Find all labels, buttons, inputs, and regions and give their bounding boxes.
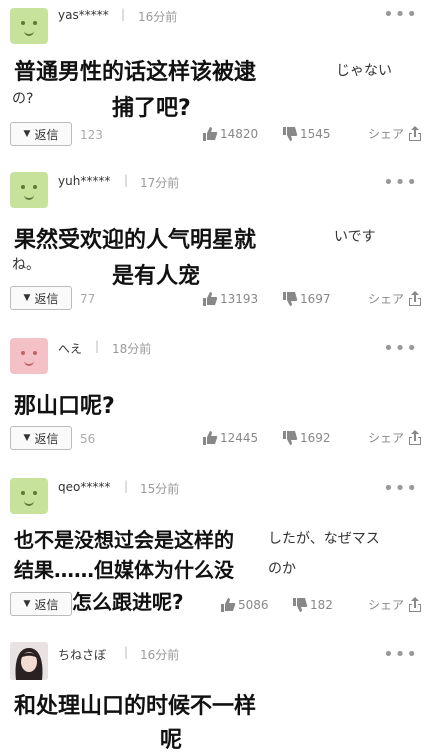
separator: | bbox=[124, 479, 129, 493]
like-button[interactable]: 14820 bbox=[202, 127, 258, 141]
comment-text-zh: 那山口呢? bbox=[14, 394, 115, 419]
comment-card: ちねさぼ | 16分前 ••• 和处理山口的时候不一样 呢 bbox=[0, 632, 440, 753]
comment-text-ja: の? bbox=[12, 91, 34, 107]
like-button[interactable]: 13193 bbox=[202, 292, 258, 306]
comment-text-zh: 也不是没想过会是这样的 bbox=[14, 528, 234, 552]
comment-card: yuh***** | 17分前 ••• 果然受欢迎的人气明星就 いです ね。 是… bbox=[0, 160, 440, 328]
comment-text-ja: じゃない bbox=[336, 63, 392, 79]
share-label: シェア bbox=[367, 127, 404, 141]
separator: | bbox=[95, 339, 100, 353]
dislike-count: 182 bbox=[310, 598, 333, 612]
timestamp: 15分前 bbox=[140, 482, 180, 496]
thumbs-up-icon bbox=[203, 292, 218, 306]
comment-text-zh: 呢 bbox=[160, 728, 183, 753]
comment-text-zh: 普通男性的话这样该被逮 bbox=[14, 60, 257, 85]
thumbs-down-icon bbox=[283, 127, 298, 141]
separator: | bbox=[121, 7, 126, 21]
dislike-count: 1692 bbox=[300, 431, 331, 445]
username[interactable]: yuh***** bbox=[58, 174, 110, 188]
comment-card: yas***** | 16分前 ••• 普通男性的话这样该被逮 じゃない の? … bbox=[0, 0, 440, 162]
reply-button[interactable]: ▼ 返信 bbox=[10, 592, 72, 616]
chevron-down-icon: ▼ bbox=[23, 599, 31, 609]
dislike-button[interactable]: 1692 bbox=[282, 431, 331, 445]
timestamp: 17分前 bbox=[140, 176, 180, 190]
thumbs-up-icon bbox=[203, 127, 218, 141]
like-count: 12445 bbox=[220, 431, 259, 445]
avatar[interactable] bbox=[10, 642, 48, 680]
comment-text-ja: のか bbox=[268, 561, 296, 577]
chevron-down-icon: ▼ bbox=[23, 129, 31, 139]
dislike-button[interactable]: 1697 bbox=[282, 292, 331, 306]
share-button[interactable]: シェア bbox=[368, 429, 422, 446]
more-dots-icon[interactable]: ••• bbox=[383, 338, 418, 359]
timestamp: 16分前 bbox=[138, 10, 178, 24]
more-dots-icon[interactable]: ••• bbox=[383, 4, 418, 25]
share-icon bbox=[409, 290, 421, 306]
timestamp: 18分前 bbox=[112, 342, 152, 356]
timestamp: 16分前 bbox=[140, 648, 180, 662]
reply-label: 返信 bbox=[34, 597, 59, 612]
like-count: 5086 bbox=[238, 598, 269, 612]
dislike-count: 1545 bbox=[300, 127, 331, 141]
comment-text-ja: したが、なぜマス bbox=[268, 531, 380, 547]
like-button[interactable]: 12445 bbox=[202, 431, 258, 445]
like-count: 14820 bbox=[220, 127, 259, 141]
comment-text-zh: 怎么跟进呢? bbox=[72, 590, 184, 614]
chevron-down-icon: ▼ bbox=[23, 293, 31, 303]
reply-button[interactable]: ▼ 返信 bbox=[10, 122, 72, 146]
chevron-down-icon: ▼ bbox=[23, 433, 31, 443]
share-label: シェア bbox=[367, 292, 404, 306]
avatar[interactable] bbox=[10, 172, 48, 208]
dislike-count: 1697 bbox=[300, 292, 331, 306]
comment-text-zh: 果然受欢迎的人气明星就 bbox=[14, 228, 257, 253]
dislike-button[interactable]: 182 bbox=[292, 598, 333, 612]
comment-text-zh: 和处理山口的时候不一样 bbox=[14, 694, 257, 719]
comment-text-zh: 结果……但媒体为什么没 bbox=[14, 558, 234, 582]
comment-card: qeo***** | 15分前 ••• 也不是没想过会是这样的 したが、なぜマス… bbox=[0, 466, 440, 634]
share-button[interactable]: シェア bbox=[368, 290, 422, 307]
comment-text-zh: 是有人宠 bbox=[112, 264, 201, 289]
reply-button[interactable]: ▼ 返信 bbox=[10, 286, 72, 310]
share-icon bbox=[409, 125, 421, 141]
avatar[interactable] bbox=[10, 8, 48, 44]
share-label: シェア bbox=[367, 598, 404, 612]
thumbs-up-icon bbox=[203, 431, 218, 445]
username[interactable]: ちねさぼ bbox=[58, 646, 106, 663]
thumbs-down-icon bbox=[283, 292, 298, 306]
share-label: シェア bbox=[367, 431, 404, 445]
reply-count: 56 bbox=[80, 432, 96, 446]
reply-button[interactable]: ▼ 返信 bbox=[10, 426, 72, 450]
share-icon bbox=[409, 596, 421, 612]
comment-text-ja: いです bbox=[334, 229, 376, 245]
reply-count: 77 bbox=[80, 292, 96, 306]
more-dots-icon[interactable]: ••• bbox=[383, 644, 418, 665]
separator: | bbox=[124, 173, 129, 187]
like-count: 13193 bbox=[220, 292, 259, 306]
share-button[interactable]: シェア bbox=[368, 596, 422, 613]
share-icon bbox=[409, 429, 421, 445]
more-dots-icon[interactable]: ••• bbox=[383, 172, 418, 193]
comment-text-zh: 捕了吧? bbox=[112, 96, 191, 121]
comment-text-ja: ね。 bbox=[12, 257, 40, 273]
username[interactable]: へえ bbox=[58, 340, 82, 357]
separator: | bbox=[124, 645, 129, 659]
avatar[interactable] bbox=[10, 338, 48, 374]
more-dots-icon[interactable]: ••• bbox=[383, 478, 418, 499]
reply-label: 返信 bbox=[34, 127, 59, 142]
share-button[interactable]: シェア bbox=[368, 125, 422, 142]
dislike-button[interactable]: 1545 bbox=[282, 127, 331, 141]
reply-label: 返信 bbox=[34, 291, 59, 306]
thumbs-down-icon bbox=[293, 598, 308, 612]
reply-label: 返信 bbox=[34, 431, 59, 446]
username[interactable]: qeo***** bbox=[58, 480, 110, 494]
reply-count: 123 bbox=[80, 128, 103, 142]
like-button[interactable]: 5086 bbox=[220, 598, 269, 612]
thumbs-down-icon bbox=[283, 431, 298, 445]
username[interactable]: yas***** bbox=[58, 8, 109, 22]
thumbs-up-icon bbox=[221, 598, 236, 612]
avatar[interactable] bbox=[10, 478, 48, 514]
comment-card: へえ | 18分前 ••• 那山口呢? ▼ 返信 56 12445 1692 シ… bbox=[0, 326, 440, 468]
